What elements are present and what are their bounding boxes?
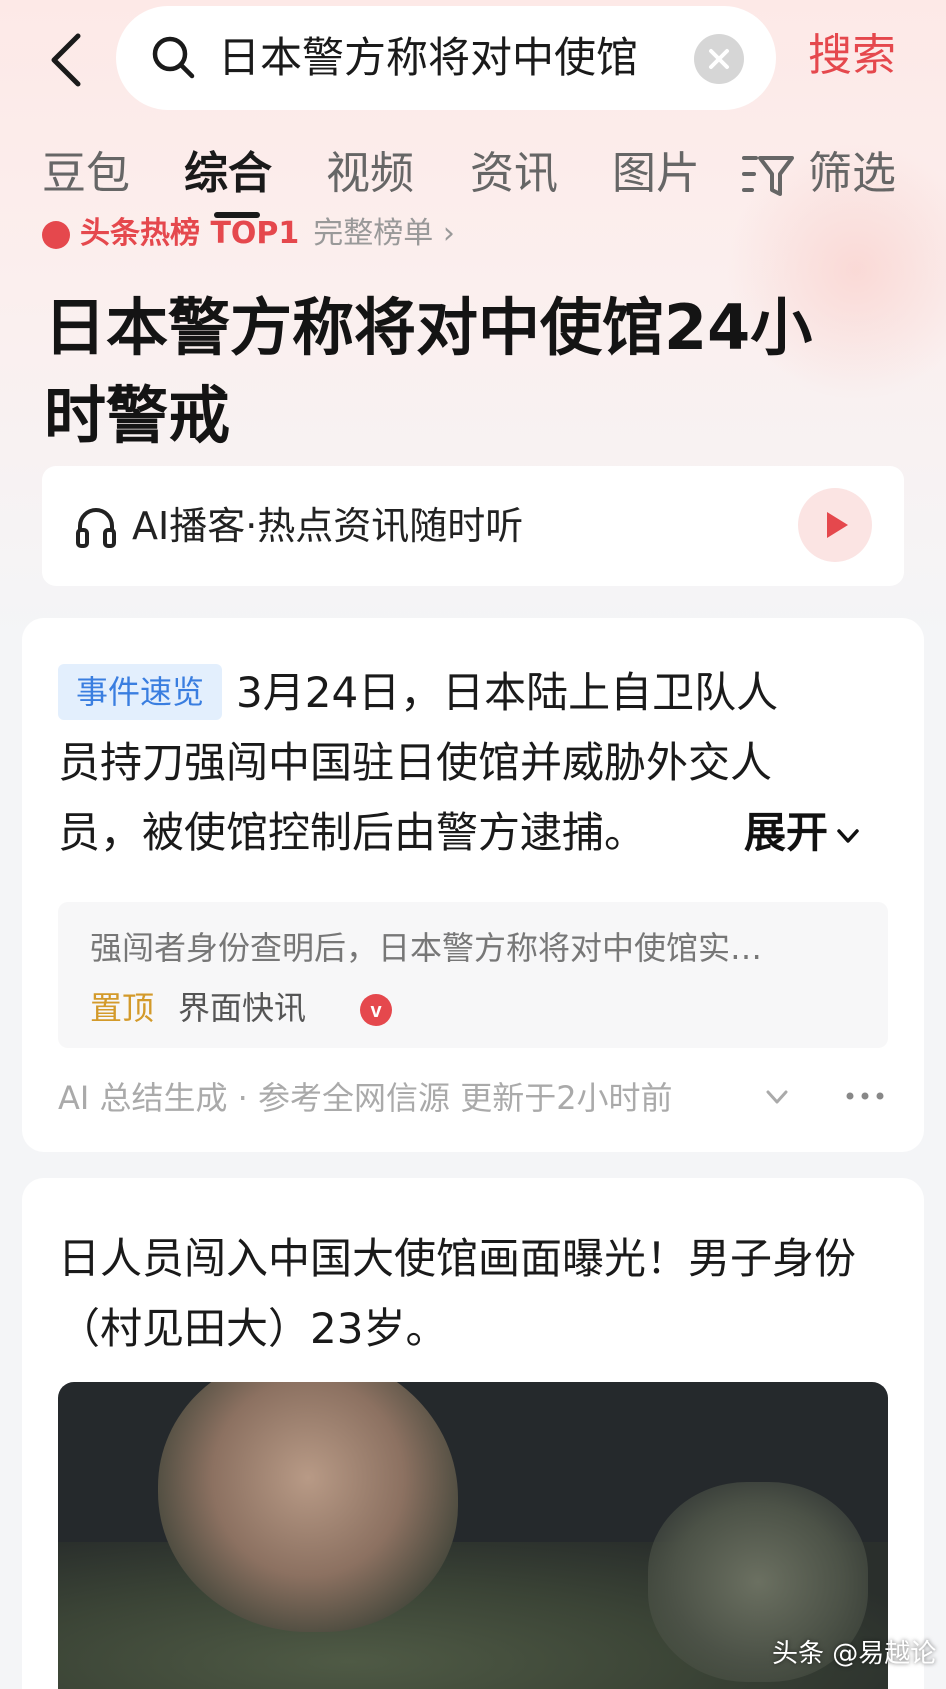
hot-rank-banner[interactable]: 头条热榜 TOP1 完整榜单 › xyxy=(42,208,642,252)
more-options-icon[interactable] xyxy=(840,1076,890,1116)
summary-line-1: 3月24日，日本陆上自卫队人 xyxy=(236,668,779,717)
hot-rank-text: 头条热榜 TOP1 xyxy=(80,216,300,251)
podcast-label: AI播客·热点资讯随时听 xyxy=(132,504,524,548)
search-query[interactable]: 日本警方称将对中使馆 xyxy=(218,28,668,88)
pinned-label: 置顶 xyxy=(90,989,155,1027)
article-card[interactable]: 日人员闯入中国大使馆画面曝光！男子身份（村见田大）23岁。 xyxy=(22,1178,924,1689)
chevron-down-icon[interactable] xyxy=(764,1084,790,1110)
search-button[interactable]: 搜索 xyxy=(808,26,896,86)
verified-badge-icon: v xyxy=(360,994,392,1026)
result-tabs: 豆包 综合 视频 资讯 图片 xyxy=(0,130,946,220)
article-image[interactable] xyxy=(58,1382,888,1689)
tab-video[interactable]: 视频 xyxy=(326,144,414,204)
chevron-down-icon xyxy=(837,828,859,843)
clear-icon[interactable] xyxy=(694,34,744,84)
expand-button[interactable]: 展开 xyxy=(744,798,862,868)
tab-doubao[interactable]: 豆包 xyxy=(42,144,130,204)
back-arrow-icon[interactable] xyxy=(44,30,88,90)
ai-summary-footer: AI 总结生成 · 参考全网信源 更新于2小时前 xyxy=(58,1079,673,1117)
news-source: 界面快讯 xyxy=(178,989,307,1027)
pinned-news-box[interactable]: 强闯者身份查明后，日本警方称将对中使馆实… 置顶 界面快讯 v xyxy=(58,902,888,1048)
tab-images[interactable]: 图片 xyxy=(612,144,700,204)
ai-podcast-bar[interactable]: AI播客·热点资讯随时听 xyxy=(42,466,904,586)
event-summary-card: 事件速览 3月24日，日本陆上自卫队人 员持刀强闯中国驻日使馆并威胁外交人 员，… xyxy=(22,618,924,1152)
tab-news[interactable]: 资讯 xyxy=(470,144,558,204)
play-button[interactable] xyxy=(798,488,872,562)
event-badge: 事件速览 xyxy=(58,664,222,720)
summary-line-2: 员持刀强闯中国驻日使馆并威胁外交人 xyxy=(58,738,773,787)
headphone-icon xyxy=(76,508,116,548)
summary-line-3: 员，被使馆控制后由警方逮捕。 xyxy=(58,808,647,857)
tab-all[interactable]: 综合 xyxy=(184,144,272,204)
filter-icon[interactable] xyxy=(742,152,794,198)
pinned-news-text: 强闯者身份查明后，日本警方称将对中使馆实… xyxy=(90,929,763,967)
search-header: 日本警方称将对中使馆 搜索 xyxy=(0,0,946,118)
expand-label: 展开 xyxy=(744,808,829,857)
play-icon xyxy=(827,512,848,538)
filter-button[interactable]: 筛选 xyxy=(808,144,896,204)
svg-text:v: v xyxy=(370,1000,382,1022)
search-icon xyxy=(152,36,195,79)
watermark: 头条 @易越论 xyxy=(772,1639,937,1669)
full-board-link[interactable]: 完整榜单 › xyxy=(313,216,455,251)
page-title: 日本警方称将对中使馆24小时警戒 xyxy=(44,291,813,452)
hot-icon xyxy=(42,220,70,249)
article-title[interactable]: 日人员闯入中国大使馆画面曝光！男子身份（村见田大）23岁。 xyxy=(58,1224,888,1364)
